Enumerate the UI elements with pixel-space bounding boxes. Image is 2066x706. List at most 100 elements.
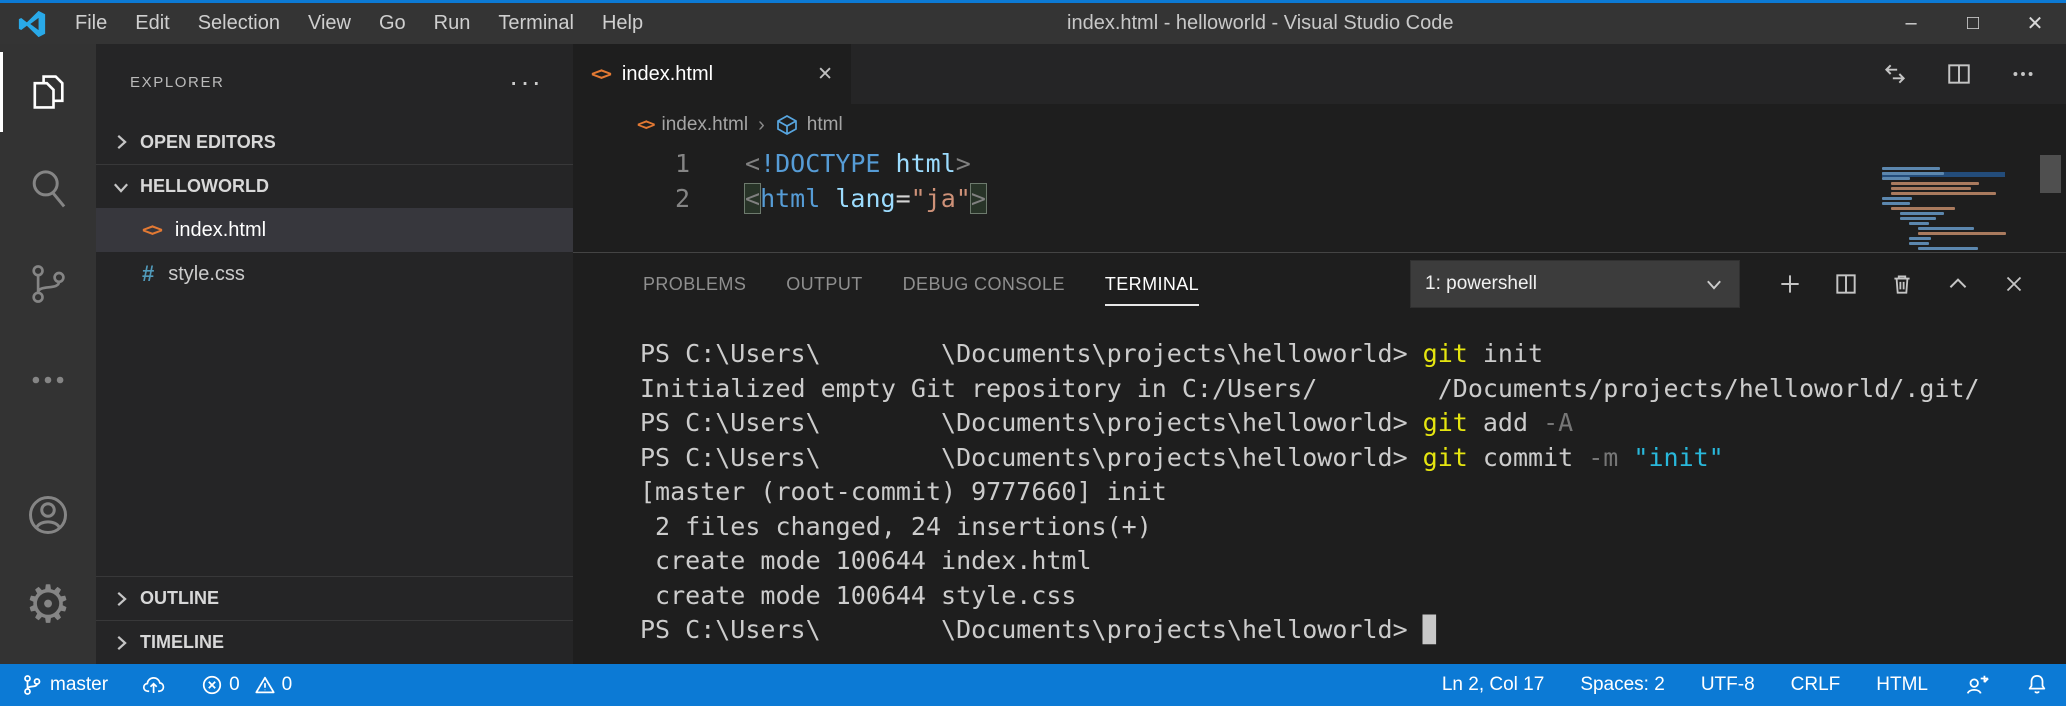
menubar: File Edit Selection View Go Run Terminal… <box>61 3 657 44</box>
chevron-right-icon <box>110 632 132 654</box>
tab-close-icon[interactable]: ✕ <box>817 63 833 86</box>
sidebar-title: EXPLORER <box>130 74 225 91</box>
menu-view[interactable]: View <box>294 3 365 44</box>
kill-terminal-trash-icon[interactable] <box>1874 260 1930 308</box>
sidebar-header: EXPLORER ··· <box>96 44 573 120</box>
warnings-icon <box>254 674 276 696</box>
vscode-window: File Edit Selection View Go Run Terminal… <box>0 0 2066 706</box>
sidebar-empty-space <box>96 296 573 576</box>
html-file-icon: <> <box>142 219 161 241</box>
menu-run[interactable]: Run <box>420 3 485 44</box>
editor-scrollbar-handle[interactable] <box>2040 155 2061 193</box>
new-terminal-icon[interactable] <box>1762 260 1818 308</box>
close-panel-icon[interactable] <box>1986 260 2042 308</box>
feedback-button[interactable] <box>1964 673 1990 697</box>
close-button[interactable]: ✕ <box>2004 3 2066 44</box>
bell-icon <box>2026 673 2048 697</box>
problems-status[interactable]: 0 0 <box>201 674 292 696</box>
titlebar: File Edit Selection View Go Run Terminal… <box>0 0 2066 44</box>
file-style-css[interactable]: # style.css <box>96 252 573 296</box>
menu-terminal[interactable]: Terminal <box>484 3 588 44</box>
section-folder-helloworld[interactable]: HELLOWORLD <box>96 164 573 208</box>
more-views-icon[interactable] <box>0 332 96 428</box>
split-terminal-icon[interactable] <box>1818 260 1874 308</box>
cloud-upload-icon <box>142 674 167 696</box>
menu-file[interactable]: File <box>61 3 121 44</box>
indentation[interactable]: Spaces: 2 <box>1580 674 1665 696</box>
error-count: 0 <box>229 674 240 696</box>
code-line-2: 2 <html lang="ja"> <box>573 181 2066 216</box>
source-control-icon[interactable] <box>0 236 96 332</box>
language-mode[interactable]: HTML <box>1876 674 1928 696</box>
minimap[interactable] <box>1882 167 2005 252</box>
html-file-icon: <> <box>637 115 653 135</box>
explorer-icon[interactable] <box>0 44 96 140</box>
symbol-namespace-icon <box>775 113 799 137</box>
file-index-html[interactable]: <> index.html <box>96 208 573 252</box>
code-line-1: 1 <!DOCTYPE html> <box>573 146 2066 181</box>
minimize-button[interactable]: – <box>1880 3 1942 44</box>
maximize-button[interactable]: □ <box>1942 3 2004 44</box>
editor-actions <box>1882 44 2066 104</box>
terminal-line: create mode 100644 index.html <box>640 544 2066 579</box>
menu-go[interactable]: Go <box>365 3 420 44</box>
menu-help[interactable]: Help <box>588 3 657 44</box>
code-editor[interactable]: 1 <!DOCTYPE html> 2 <html lang="ja"> <box>573 146 2066 252</box>
split-editor-icon[interactable] <box>1946 61 1972 87</box>
terminal-picker-dropdown[interactable]: 1: powershell <box>1410 260 1740 308</box>
breadcrumb-separator: › <box>758 114 765 137</box>
more-actions-icon[interactable] <box>2010 61 2036 87</box>
sync-changes-button[interactable] <box>142 674 167 696</box>
editor-tab-bar: <> index.html ✕ <box>573 44 2066 104</box>
breadcrumb-file[interactable]: <> index.html <box>637 114 748 136</box>
menu-selection[interactable]: Selection <box>184 3 294 44</box>
terminal-line: PS C:\Users\ \Documents\projects\hellowo… <box>640 406 2066 441</box>
eol-sequence[interactable]: CRLF <box>1791 674 1841 696</box>
vscode-logo-icon <box>17 9 47 39</box>
tab-output[interactable]: OUTPUT <box>766 253 882 315</box>
encoding[interactable]: UTF-8 <box>1701 674 1755 696</box>
accounts-icon[interactable] <box>0 470 96 560</box>
menu-edit[interactable]: Edit <box>121 3 183 44</box>
explorer-more-actions-icon[interactable]: ··· <box>509 76 543 87</box>
cursor-position[interactable]: Ln 2, Col 17 <box>1442 674 1544 696</box>
status-bar: master 0 0 Ln <box>0 664 2066 706</box>
chevron-right-icon <box>110 588 132 610</box>
bottom-panel: PROBLEMS OUTPUT DEBUG CONSOLE TERMINAL 1… <box>573 252 2066 664</box>
settings-gear-icon[interactable]: ⚙ <box>0 560 96 650</box>
window-controls: – □ ✕ <box>1880 3 2066 44</box>
terminal-line: 2 files changed, 24 insertions(+) <box>640 510 2066 545</box>
terminal-line: create mode 100644 style.css <box>640 579 2066 614</box>
section-outline[interactable]: OUTLINE <box>96 576 573 620</box>
chevron-down-icon <box>110 176 132 198</box>
section-timeline[interactable]: TIMELINE <box>96 620 573 664</box>
line-number: 1 <box>573 146 690 181</box>
tab-problems[interactable]: PROBLEMS <box>623 253 766 315</box>
git-branch-icon <box>22 674 42 696</box>
terminal-output[interactable]: PS C:\Users\ \Documents\projects\hellowo… <box>573 315 2066 664</box>
search-icon[interactable] <box>0 140 96 236</box>
window-title: index.html - helloworld - Visual Studio … <box>1067 12 1454 35</box>
chevron-down-icon <box>1703 273 1725 295</box>
tab-debug-console[interactable]: DEBUG CONSOLE <box>883 253 1085 315</box>
notifications-button[interactable] <box>2026 673 2048 697</box>
tab-index-html[interactable]: <> index.html ✕ <box>573 44 851 104</box>
panel-actions: 1: powershell <box>1410 260 2066 308</box>
html-file-icon: <> <box>591 63 610 85</box>
section-open-editors[interactable]: OPEN EDITORS <box>96 120 573 164</box>
terminal-line: PS C:\Users\ \Documents\projects\hellowo… <box>640 337 2066 372</box>
line-number: 2 <box>573 181 690 216</box>
git-branch-status[interactable]: master <box>22 674 108 696</box>
open-changes-icon[interactable] <box>1882 61 1908 87</box>
tab-terminal[interactable]: TERMINAL <box>1085 253 1219 315</box>
activity-bar: ⚙ <box>0 44 96 664</box>
warning-count: 0 <box>282 674 293 696</box>
terminal-line: Initialized empty Git repository in C:/U… <box>640 372 2066 407</box>
errors-icon <box>201 674 223 696</box>
terminal-line: [master (root-commit) 9777660] init <box>640 475 2066 510</box>
explorer-sidebar: EXPLORER ··· OPEN EDITORS HELLOWORLD <> … <box>96 44 573 664</box>
css-file-icon: # <box>142 261 154 287</box>
maximize-panel-icon[interactable] <box>1930 260 1986 308</box>
panel-header: PROBLEMS OUTPUT DEBUG CONSOLE TERMINAL 1… <box>573 253 2066 315</box>
breadcrumb-symbol-html[interactable]: html <box>775 113 843 137</box>
